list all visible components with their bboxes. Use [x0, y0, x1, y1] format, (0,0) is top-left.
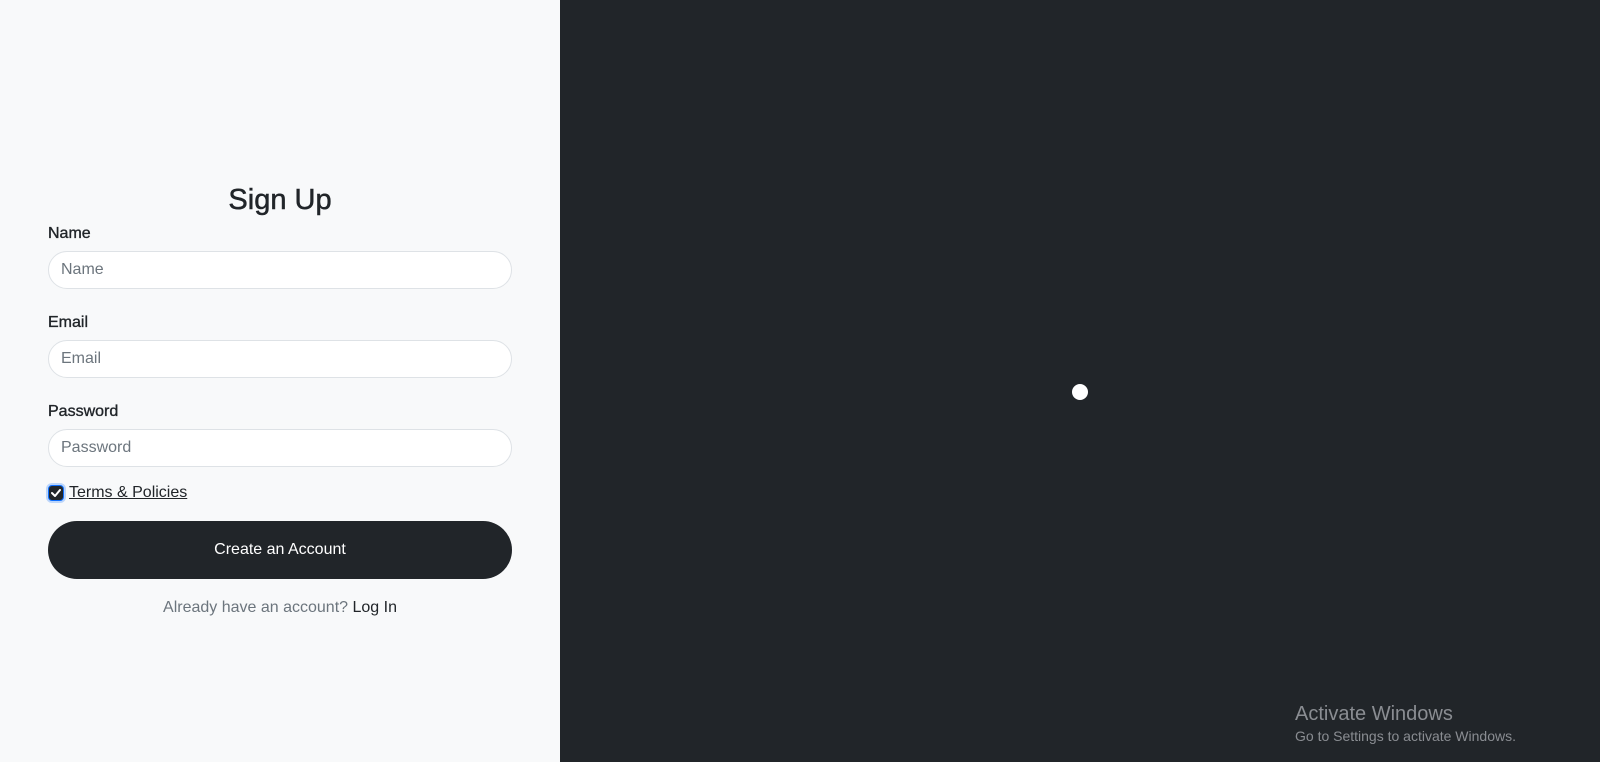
watermark-title: Activate Windows — [1295, 703, 1453, 725]
name-input[interactable] — [48, 251, 512, 289]
page-title: Sign Up — [228, 184, 332, 217]
signup-panel: Sign Up Name Email Password Terms & — [0, 0, 560, 762]
loading-dot-icon — [1072, 384, 1088, 400]
name-label: Name — [48, 225, 91, 242]
name-group: Name — [48, 224, 512, 289]
login-link[interactable]: Log In — [352, 599, 396, 616]
email-group: Email — [48, 313, 512, 378]
login-prompt: Already have an account? — [163, 599, 349, 616]
login-row: Already have an account? Log In — [48, 598, 512, 618]
image-panel: Activate Windows Go to Settings to activ… — [560, 0, 1600, 762]
signup-form: Sign Up Name Email Password Terms & — [48, 180, 512, 618]
email-input[interactable] — [48, 340, 512, 378]
watermark-subtitle: Go to Settings to activate Windows. — [1295, 728, 1516, 744]
password-group: Password — [48, 402, 512, 467]
windows-activation-watermark: Activate Windows Go to Settings to activ… — [1295, 702, 1516, 746]
email-label: Email — [48, 314, 89, 331]
signup-page: Sign Up Name Email Password Terms & — [0, 0, 1600, 762]
terms-checkbox[interactable] — [48, 485, 64, 501]
check-icon — [51, 489, 61, 497]
terms-link[interactable]: Terms & Policies — [69, 484, 187, 502]
password-label: Password — [48, 403, 119, 420]
create-account-button[interactable]: Create an Account — [48, 521, 512, 579]
password-input[interactable] — [48, 429, 512, 467]
terms-row: Terms & Policies — [48, 483, 512, 503]
